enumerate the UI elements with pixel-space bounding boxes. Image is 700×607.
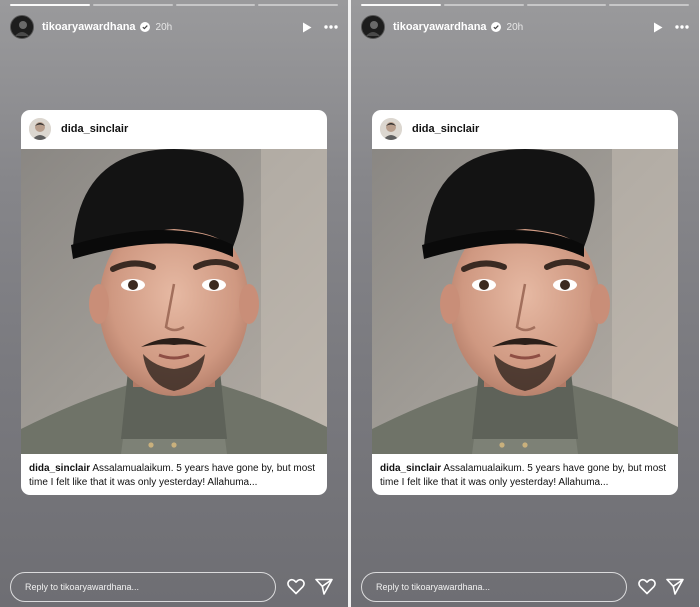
caption-username[interactable]: dida_sinclair xyxy=(29,463,90,474)
more-options-icon[interactable] xyxy=(675,25,689,29)
post-avatar[interactable] xyxy=(380,118,402,140)
play-icon[interactable] xyxy=(653,22,663,33)
heart-icon[interactable] xyxy=(638,578,656,595)
heart-icon[interactable] xyxy=(287,578,305,595)
post-caption: dida_sinclair Assalamualaikum. 5 years h… xyxy=(380,462,670,490)
send-icon[interactable] xyxy=(666,578,684,595)
story-timestamp: 20h xyxy=(506,21,524,33)
story-progress-bar xyxy=(10,4,338,6)
story-username[interactable]: tikoaryawardhana xyxy=(393,21,487,33)
story-header: tikoaryawardhana 20h xyxy=(361,14,689,40)
post-caption: dida_sinclair Assalamualaikum. 5 years h… xyxy=(29,462,319,490)
story-panel-left: tikoaryawardhana 20h dida_sinclair dida_… xyxy=(0,0,348,607)
story-timestamp: 20h xyxy=(155,21,173,33)
post-header: dida_sinclair xyxy=(372,110,678,148)
more-options-icon[interactable] xyxy=(324,25,338,29)
avatar[interactable] xyxy=(10,15,34,39)
post-photo xyxy=(21,149,327,454)
story-panel-right: tikoaryawardhana 20h dida_sinclair dida_… xyxy=(351,0,699,607)
avatar[interactable] xyxy=(361,15,385,39)
reply-input[interactable] xyxy=(10,572,276,602)
story-progress-bar xyxy=(361,4,689,6)
shared-post-card[interactable]: dida_sinclair dida_sinclair Assalamualai… xyxy=(21,110,327,495)
verified-badge-icon xyxy=(490,22,501,32)
reply-input[interactable] xyxy=(361,572,627,602)
story-username[interactable]: tikoaryawardhana xyxy=(42,21,136,33)
verified-badge-icon xyxy=(139,22,150,32)
post-username[interactable]: dida_sinclair xyxy=(412,123,479,135)
shared-post-card[interactable]: dida_sinclair dida_sinclair Assalamualai… xyxy=(372,110,678,495)
post-username[interactable]: dida_sinclair xyxy=(61,123,128,135)
story-header: tikoaryawardhana 20h xyxy=(10,14,338,40)
caption-username[interactable]: dida_sinclair xyxy=(380,463,441,474)
play-icon[interactable] xyxy=(302,22,312,33)
post-photo xyxy=(372,149,678,454)
post-avatar[interactable] xyxy=(29,118,51,140)
send-icon[interactable] xyxy=(315,578,333,595)
story-viewer: tikoaryawardhana 20h dida_sinclair dida_… xyxy=(0,0,700,607)
post-header: dida_sinclair xyxy=(21,110,327,148)
